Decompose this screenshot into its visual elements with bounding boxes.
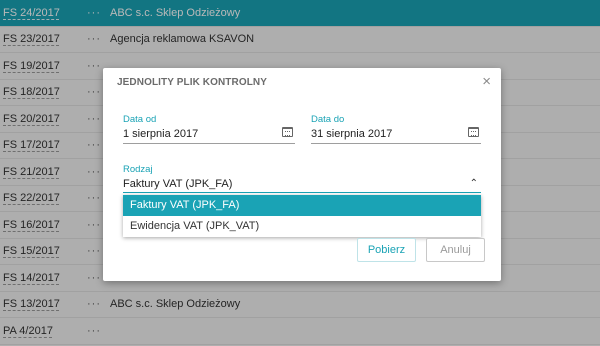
jpk-export-dialog: JEDNOLITY PLIK KONTROLNY × Data od 1 sie… — [103, 68, 501, 281]
date-to-field[interactable]: Data do 31 sierpnia 2017 — [311, 114, 481, 144]
type-dropdown-menu: Faktury VAT (JPK_FA) Ewidencja VAT (JPK_… — [123, 195, 481, 237]
calendar-icon[interactable] — [468, 127, 479, 137]
chevron-up-icon[interactable]: ⌃ — [470, 178, 478, 189]
close-icon[interactable]: × — [482, 74, 491, 89]
date-to-label: Data do — [311, 114, 345, 125]
menu-item-jpk-fa[interactable]: Faktury VAT (JPK_FA) — [123, 195, 481, 216]
date-to-value[interactable]: 31 sierpnia 2017 — [311, 128, 481, 140]
dialog-title: JEDNOLITY PLIK KONTROLNY — [117, 77, 268, 88]
date-from-value[interactable]: 1 sierpnia 2017 — [123, 128, 295, 140]
menu-item-jpk-vat[interactable]: Ewidencja VAT (JPK_VAT) — [123, 216, 481, 237]
download-button[interactable]: Pobierz — [357, 238, 416, 262]
type-select[interactable]: Rodzaj Faktury VAT (JPK_FA) ⌃ — [123, 164, 481, 193]
type-label: Rodzaj — [123, 164, 153, 175]
calendar-icon[interactable] — [282, 127, 293, 137]
date-from-field[interactable]: Data od 1 sierpnia 2017 — [123, 114, 295, 144]
type-selected-value[interactable]: Faktury VAT (JPK_FA) — [123, 178, 481, 190]
date-from-label: Data od — [123, 114, 157, 125]
cancel-button[interactable]: Anuluj — [426, 238, 485, 262]
